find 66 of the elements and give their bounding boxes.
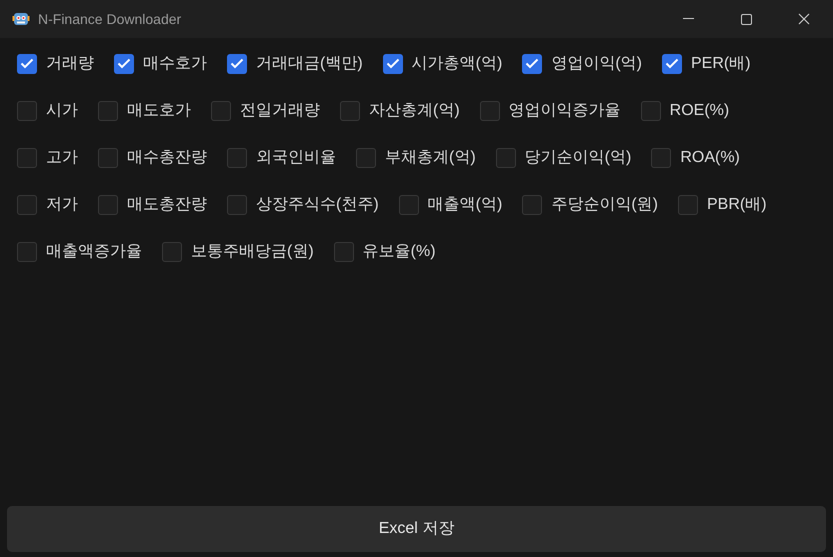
checkbox[interactable] [162, 242, 182, 262]
option-label: 당기순이익(억) [524, 148, 632, 168]
checkbox[interactable] [17, 148, 37, 168]
option-label: 외국인비율 [256, 148, 336, 168]
option-label: 매도총잔량 [127, 194, 207, 214]
checkbox[interactable] [227, 194, 247, 214]
checkbox[interactable] [17, 194, 37, 214]
option-label: 전일거래량 [240, 100, 320, 120]
option-label: 매출액(억) [428, 194, 502, 214]
checkbox[interactable] [678, 194, 698, 214]
checkbox[interactable] [98, 194, 118, 214]
option-label: 매수호가 [143, 54, 207, 74]
checkbox[interactable] [651, 148, 672, 168]
option-label: ROE(%) [670, 100, 730, 120]
option-label: 저가 [46, 194, 78, 214]
checkbox[interactable] [382, 54, 403, 74]
save-button[interactable]: Excel 저장 [7, 506, 826, 552]
checkbox[interactable] [662, 54, 682, 74]
checkbox[interactable] [398, 194, 419, 214]
option-label: 유보율(%) [362, 242, 436, 262]
checkbox[interactable] [17, 242, 37, 262]
close-icon [798, 13, 810, 25]
robot-icon [12, 10, 30, 28]
option-label: 부채총계(억) [385, 148, 476, 168]
checkbox[interactable] [340, 100, 360, 120]
checkbox[interactable] [227, 54, 247, 74]
window-title: N-Finance Downloader [38, 10, 182, 28]
minimize-icon [682, 18, 694, 20]
option-label: 상장주식수(천주) [256, 194, 379, 214]
option-label: 매출액증가율 [46, 242, 142, 262]
checkbox[interactable] [227, 148, 247, 168]
check-icon [117, 58, 131, 69]
checkbox[interactable] [356, 148, 376, 168]
option-label: PBR(배) [706, 194, 767, 214]
option-label: PER(배) [690, 54, 751, 74]
option-label: 매수총잔량 [127, 148, 207, 168]
option-label: 고가 [46, 148, 78, 168]
option-label: 보통주배당금(원) [191, 242, 314, 262]
checkbox[interactable] [522, 194, 542, 214]
checkbox[interactable] [480, 100, 500, 120]
check-icon [386, 58, 400, 69]
check-icon [664, 58, 679, 69]
maximize-icon [740, 14, 752, 24]
option-label: 거래대금(백만) [256, 54, 363, 74]
check-icon [20, 58, 34, 69]
checkbox[interactable] [98, 148, 118, 168]
option-label: 시가총액(억) [412, 54, 502, 74]
option-label: 영업이익증가율 [508, 100, 621, 120]
checkbox[interactable] [98, 100, 118, 120]
option-label: 자산총계(억) [369, 100, 460, 120]
checkbox[interactable] [211, 100, 231, 120]
check-icon [230, 58, 244, 69]
check-icon [525, 58, 540, 69]
checkbox[interactable] [334, 242, 354, 262]
option-label: ROA(%) [680, 148, 740, 168]
option-label: 거래량 [46, 54, 94, 74]
option-label: 영업이익(억) [551, 54, 642, 74]
option-label: 주당순이익(원) [551, 194, 658, 214]
option-label: 매도호가 [127, 100, 191, 120]
checkbox[interactable] [496, 148, 516, 168]
checkbox[interactable] [17, 54, 37, 74]
checkbox[interactable] [522, 54, 542, 74]
checkbox[interactable] [114, 54, 134, 74]
option-label: 시가 [46, 100, 78, 120]
checkbox[interactable] [17, 100, 37, 120]
checkbox[interactable] [640, 100, 661, 120]
